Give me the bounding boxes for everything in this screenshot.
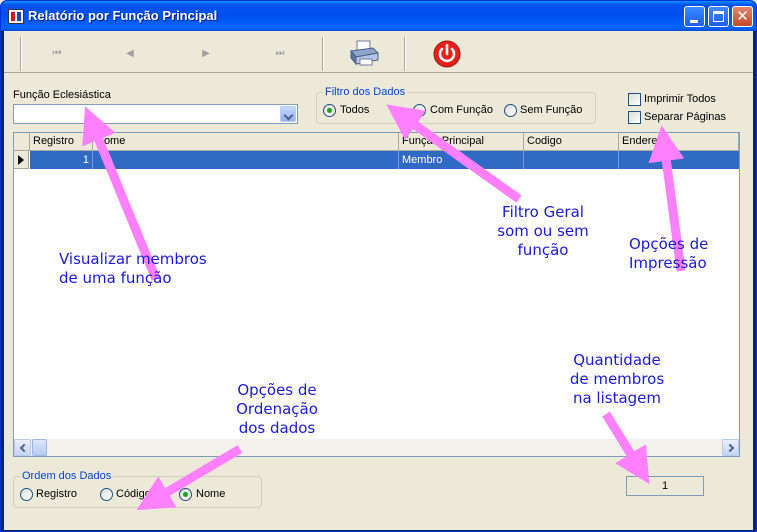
table-row[interactable]: 1 Membro bbox=[30, 151, 739, 169]
toolbar-separator bbox=[322, 37, 324, 71]
previous-record-button[interactable]: ◀ bbox=[122, 47, 138, 61]
ordem-registro-radio[interactable] bbox=[20, 488, 33, 501]
ordem-codigo-label: Código bbox=[116, 488, 151, 500]
funcao-combobox[interactable] bbox=[13, 104, 298, 124]
cell-codigo[interactable] bbox=[524, 151, 619, 169]
filtro-com-funcao-radio[interactable] bbox=[413, 104, 426, 117]
client-area: ⏮ ◀ ▶ ⏭ Função Eclesiástica Filtro dos D… bbox=[4, 31, 753, 530]
cell-nome[interactable] bbox=[93, 151, 399, 169]
annotation-filtro: Filtro Geral som ou sem função bbox=[497, 203, 589, 259]
annotation-quantidade: Quantidade de membros na listagem bbox=[569, 351, 665, 407]
current-row-indicator bbox=[14, 151, 29, 169]
filtro-todos-radio[interactable] bbox=[323, 104, 336, 117]
annotation-funcao: Visualizar membros de uma função bbox=[59, 250, 207, 287]
maximize-icon bbox=[713, 11, 724, 22]
ordem-registro-label: Registro bbox=[36, 488, 77, 500]
maximize-button[interactable] bbox=[708, 6, 729, 27]
first-record-button[interactable]: ⏮ bbox=[49, 47, 65, 61]
imprimir-todos-checkbox[interactable] bbox=[628, 93, 641, 106]
scroll-left-button[interactable] bbox=[14, 439, 31, 456]
ordem-nome-radio[interactable] bbox=[179, 488, 192, 501]
close-button[interactable]: ✕ bbox=[732, 6, 753, 27]
toolbar-separator bbox=[20, 37, 22, 71]
ordem-nome-label: Nome bbox=[196, 488, 226, 500]
column-header-registro[interactable]: Registro bbox=[30, 133, 93, 151]
exit-button[interactable] bbox=[431, 39, 463, 69]
grid-corner bbox=[14, 133, 30, 151]
close-icon: ✕ bbox=[736, 7, 749, 25]
column-header-nome[interactable]: Nome bbox=[93, 133, 399, 151]
column-header-endereco[interactable]: Endereco bbox=[619, 133, 739, 151]
minimize-icon bbox=[690, 20, 698, 23]
column-header-codigo[interactable]: Codigo bbox=[524, 133, 619, 151]
minimize-button[interactable] bbox=[684, 6, 705, 27]
cell-funcao[interactable]: Membro bbox=[399, 151, 524, 169]
toolbar: ⏮ ◀ ▶ ⏭ bbox=[4, 33, 753, 73]
annotation-ordem: Opções de Ordenação dos dados bbox=[236, 381, 318, 437]
imprimir-todos-label: Imprimir Todos bbox=[644, 93, 716, 105]
member-count: 1 bbox=[626, 476, 704, 496]
filtro-legend: Filtro dos Dados bbox=[325, 86, 406, 98]
filtro-todos-label: Todos bbox=[340, 104, 370, 116]
column-header-funcao[interactable]: Função Principal bbox=[399, 133, 524, 151]
window-title: Relatório por Função Principal bbox=[28, 8, 218, 23]
power-icon bbox=[433, 40, 461, 68]
cell-endereco[interactable] bbox=[619, 151, 739, 169]
next-record-button[interactable]: ▶ bbox=[198, 47, 214, 61]
toolbar-separator bbox=[404, 37, 406, 71]
filtro-sem-funcao-label: Sem Função bbox=[520, 104, 583, 116]
title-bar[interactable]: Relatório por Função Principal ✕ bbox=[1, 1, 756, 31]
filtro-com-funcao-label: Com Função bbox=[430, 104, 493, 116]
annotation-impressao: Opções de Impressão bbox=[629, 235, 709, 272]
last-record-button[interactable]: ⏭ bbox=[272, 47, 288, 61]
members-grid[interactable]: Registro Nome Função Principal Codigo En… bbox=[13, 132, 740, 457]
print-button[interactable] bbox=[348, 39, 380, 69]
ordem-legend: Ordem dos Dados bbox=[22, 470, 112, 482]
cell-registro[interactable]: 1 bbox=[30, 151, 93, 169]
app-icon bbox=[8, 9, 24, 24]
filtro-sem-funcao-radio[interactable] bbox=[504, 104, 517, 117]
ordem-codigo-radio[interactable] bbox=[100, 488, 113, 501]
separar-paginas-label: Separar Páginas bbox=[644, 111, 726, 123]
report-window: Relatório por Função Principal ✕ ⏮ ◀ ▶ ⏭ bbox=[0, 0, 757, 532]
horizontal-scrollbar[interactable] bbox=[14, 439, 739, 456]
scroll-right-button[interactable] bbox=[722, 439, 739, 456]
printer-icon bbox=[350, 40, 380, 66]
chevron-down-icon[interactable] bbox=[280, 106, 296, 122]
funcao-label: Função Eclesiástica bbox=[13, 89, 111, 101]
separar-paginas-checkbox[interactable] bbox=[628, 111, 641, 124]
scroll-thumb[interactable] bbox=[32, 439, 47, 456]
